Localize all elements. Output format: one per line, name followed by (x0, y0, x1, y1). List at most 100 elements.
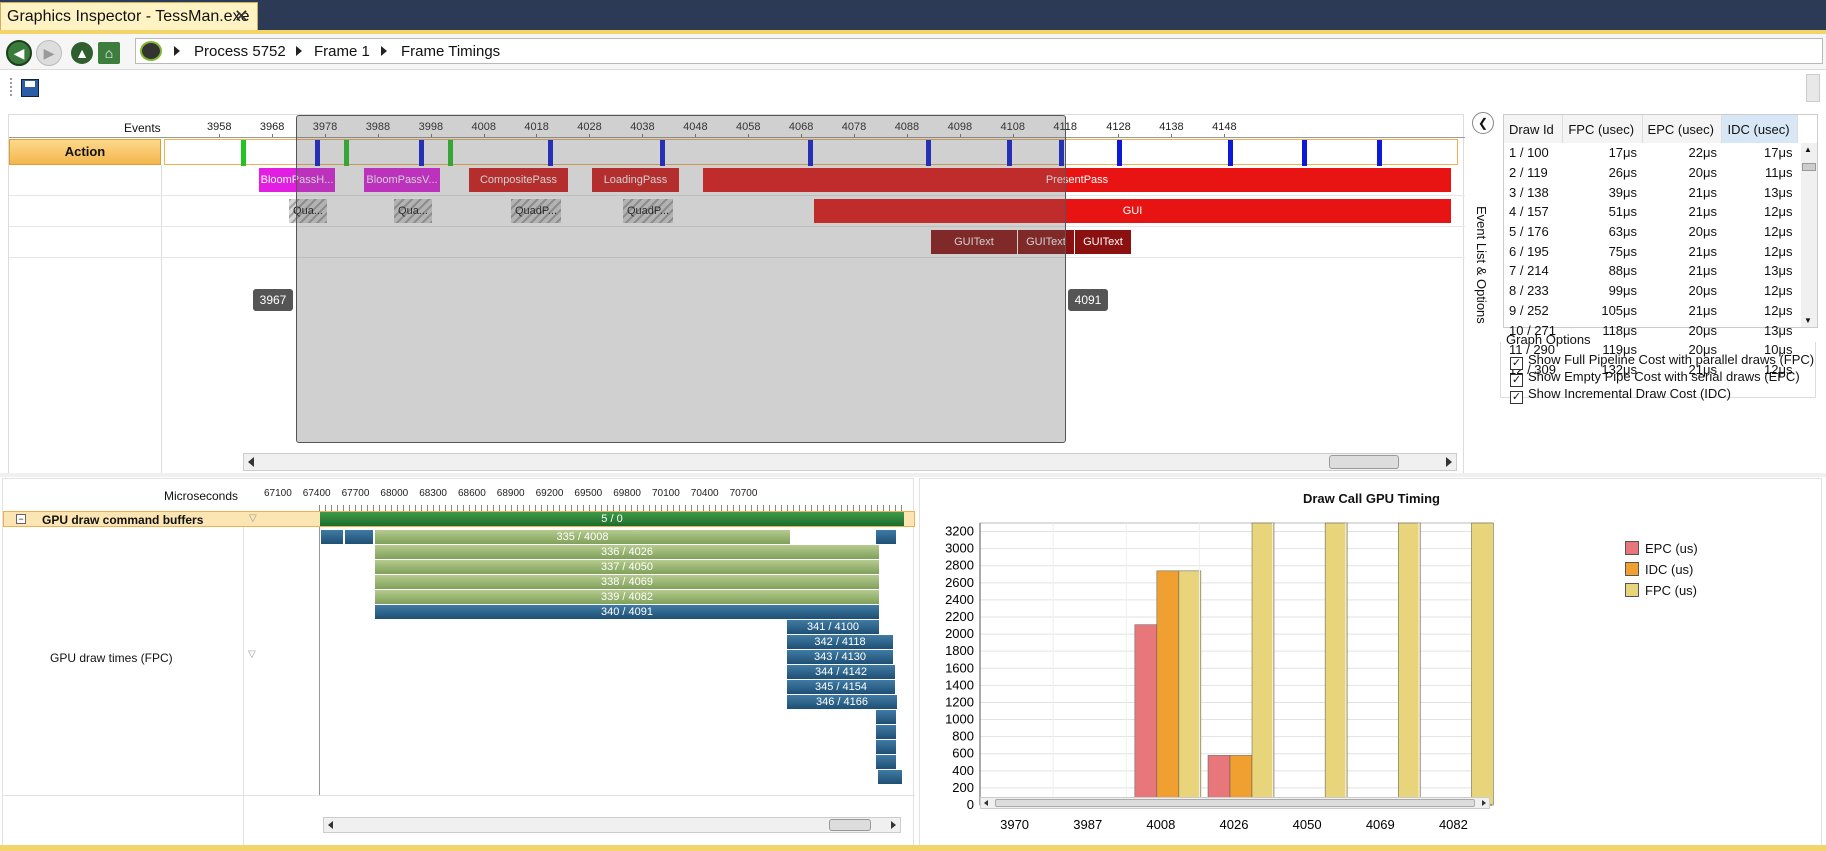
action-row-label[interactable]: Action (9, 139, 161, 165)
event-marker[interactable] (1117, 140, 1122, 166)
side-tab-event-list[interactable]: Event List & Options (1469, 206, 1489, 336)
option-idc[interactable]: ✓ Show Incremental Draw Cost (IDC) (1510, 386, 1731, 404)
scroll-left-icon[interactable] (984, 800, 988, 806)
table-row[interactable]: 9 / 252 105μs 21μs 12μs (1504, 301, 1798, 321)
event-marker[interactable] (1377, 140, 1382, 166)
gpu-draw-bar[interactable]: 342 / 4118 (787, 635, 893, 649)
x-tick-label: 4069 (1366, 817, 1395, 832)
scroll-left-icon[interactable] (248, 457, 254, 467)
bar-fpc[interactable] (1398, 522, 1421, 806)
table-row[interactable]: 3 / 138 39μs 21μs 13μs (1504, 182, 1798, 202)
filter-icon[interactable]: ▽ (248, 649, 256, 660)
gpu-buffers-bar[interactable]: 5 / 0 (320, 512, 904, 526)
column-header[interactable]: FPC (usec) (1562, 115, 1643, 143)
bar-epc[interactable] (1134, 624, 1158, 806)
gpu-draw-bar[interactable]: 336 / 4026 (375, 545, 879, 559)
column-header[interactable]: EPC (usec) (1642, 115, 1723, 143)
events-scrollbar[interactable] (243, 453, 1457, 471)
scroll-thumb[interactable] (1802, 163, 1816, 171)
y-tick-label: 800 (952, 729, 974, 744)
gpu-draw-bar[interactable] (345, 530, 373, 544)
column-header[interactable]: IDC (usec) (1721, 115, 1798, 143)
table-cell: 12μs (1764, 224, 1793, 240)
column-header[interactable]: Draw Id (1504, 115, 1564, 143)
bar-fpc[interactable] (1251, 522, 1275, 806)
document-tab[interactable]: Graphics Inspector - TessMan.exe ✕ (0, 2, 258, 30)
breadcrumb-frame-timings[interactable]: Frame Timings (401, 43, 500, 60)
selection-end-marker[interactable]: 4091 (1068, 289, 1108, 311)
option-fpc[interactable]: ✓ Show Full Pipeline Cost with parallel d… (1510, 352, 1814, 370)
gpu-draw-bar[interactable]: 341 / 4100 (787, 620, 879, 634)
chart-legend: EPC (us) IDC (us) FPC (us) (1625, 541, 1698, 603)
guitext-pass[interactable]: GUIText (1075, 230, 1131, 254)
gpu-draw-bar[interactable]: 340 / 4091 (375, 605, 879, 619)
scroll-right-icon[interactable] (1446, 457, 1452, 467)
toolbar-overflow[interactable] (1806, 74, 1820, 102)
table-cell: 21μs (1688, 302, 1717, 318)
bar-idc[interactable] (1156, 570, 1180, 806)
breadcrumb-frame[interactable]: Frame 1 (314, 43, 370, 60)
gpu-draw-bar[interactable]: 338 / 4069 (375, 575, 879, 589)
gpu-draw-bar[interactable] (876, 755, 896, 769)
scroll-thumb[interactable] (995, 799, 1475, 807)
forward-arrow-icon[interactable]: ▶ (36, 40, 62, 66)
gpu-draw-bar[interactable] (876, 530, 896, 544)
table-row[interactable]: 1 / 100 17μs 22μs 17μs (1504, 143, 1798, 163)
gpu-scrollbar[interactable] (323, 817, 901, 833)
events-pane: Events 3958 3968 3978 3988 3998 4008 4018 4028 4… (8, 114, 1465, 477)
gpu-draw-bar[interactable]: 335 / 4008 (375, 530, 790, 544)
gpu-draw-bar[interactable] (876, 725, 896, 739)
bar-fpc[interactable] (1324, 522, 1348, 806)
gpu-draw-bar[interactable]: 346 / 4166 (787, 695, 897, 709)
event-marker[interactable] (1302, 140, 1307, 166)
gpu-draw-bar[interactable]: 337 / 4050 (375, 560, 879, 574)
gpu-draw-bar[interactable] (878, 770, 902, 784)
chart-scrollbar[interactable] (980, 797, 1490, 809)
scroll-up-icon[interactable]: ▲ (1804, 145, 1812, 154)
scroll-left-icon[interactable] (328, 821, 333, 829)
table-cell: 20μs (1688, 224, 1717, 240)
breadcrumb[interactable]: Process 5752 Frame 1 Frame Timings (135, 38, 1823, 64)
table-row[interactable]: 8 / 233 99μs 20μs 12μs (1504, 281, 1798, 301)
collapse-icon[interactable]: ❮ (1472, 112, 1494, 134)
gpu-draw-bar[interactable]: 344 / 4142 (787, 665, 895, 679)
gpu-draw-bar[interactable]: 339 / 4082 (375, 590, 879, 604)
scroll-thumb[interactable] (1329, 455, 1399, 469)
chevron-right-icon (174, 46, 180, 56)
table-row[interactable]: 2 / 119 26μs 20μs 11μs (1504, 163, 1798, 183)
table-row[interactable]: 5 / 176 63μs 20μs 12μs (1504, 222, 1798, 242)
scroll-right-icon[interactable] (891, 821, 896, 829)
table-row[interactable]: 4 / 157 51μs 21μs 12μs (1504, 202, 1798, 222)
up-icon[interactable]: ▲ (71, 42, 93, 64)
table-row[interactable]: 7 / 214 88μs 21μs 13μs (1504, 261, 1798, 281)
table-cell: 17μs (1764, 145, 1793, 161)
checkbox-idc[interactable]: ✓ (1510, 391, 1523, 404)
table-row[interactable]: 6 / 195 75μs 21μs 12μs (1504, 241, 1798, 261)
option-epc[interactable]: ✓ Show Empty Pipe Cost with serial draws … (1510, 369, 1800, 387)
gpu-draw-bar[interactable] (876, 740, 896, 754)
table-cell: 12μs (1764, 302, 1793, 318)
table-cell: 6 / 195 (1509, 243, 1549, 259)
save-icon[interactable] (21, 79, 39, 97)
gpu-draw-bar[interactable] (876, 710, 896, 724)
event-marker[interactable] (241, 140, 246, 166)
home-icon[interactable]: ⌂ (98, 42, 120, 64)
gpu-draw-bar[interactable]: 343 / 4130 (787, 650, 893, 664)
back-arrow-icon[interactable]: ◀ (6, 40, 32, 66)
table-scrollbar[interactable]: ▲ ▼ (1801, 143, 1817, 327)
event-marker[interactable] (1228, 140, 1233, 166)
breadcrumb-process[interactable]: Process 5752 (194, 43, 286, 60)
close-icon[interactable]: ✕ (234, 6, 249, 27)
scroll-right-icon[interactable] (1482, 800, 1486, 806)
gpu-buffers-row[interactable]: − GPU draw command buffers ▽ 5 / 0 (3, 511, 915, 527)
filter-icon[interactable]: ▽ (249, 513, 257, 524)
bar-fpc[interactable] (1178, 570, 1202, 806)
gpu-draw-bar[interactable]: 345 / 4154 (787, 680, 895, 694)
gpu-draw-bar[interactable] (321, 530, 343, 544)
collapse-minus-icon[interactable]: − (16, 514, 26, 524)
selection-range[interactable] (296, 115, 1066, 443)
bar-fpc[interactable] (1471, 522, 1494, 806)
scroll-thumb[interactable] (829, 819, 871, 831)
selection-start-marker[interactable]: 3967 (253, 289, 293, 311)
scroll-down-icon[interactable]: ▼ (1804, 316, 1812, 325)
